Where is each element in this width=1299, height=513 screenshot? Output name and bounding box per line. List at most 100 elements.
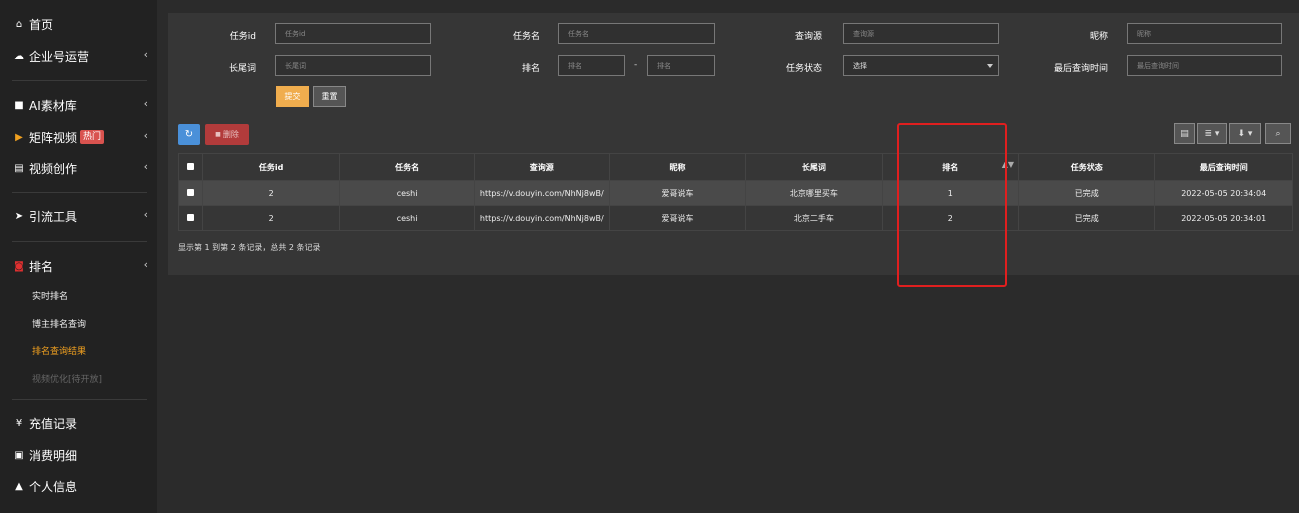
rank-label: 排名: [521, 64, 540, 74]
sidebar-item-ranking[interactable]: ◙ 排名 ‹: [12, 256, 152, 276]
keyword-input[interactable]: [275, 55, 431, 76]
sidebar-item-label: 排名: [29, 259, 54, 274]
cell-status: 已完成: [1017, 180, 1156, 206]
divider: [12, 80, 147, 81]
column-header-last-time[interactable]: 最后查询时间: [1154, 153, 1293, 181]
column-header-nickname[interactable]: 昵称: [608, 153, 747, 181]
sidebar-item-label: 企业号运营: [29, 49, 90, 64]
table-header-row: 任务id 任务名 查询源 昵称 长尾词 排名 ▲▼ 任务状态 最后查询时间: [178, 153, 1293, 181]
chevron-left-icon: ‹: [143, 208, 148, 221]
status-select[interactable]: 选择: [843, 55, 999, 76]
cell-keyword: 北京二手车: [745, 205, 883, 231]
last-time-input[interactable]: [1127, 55, 1282, 76]
status-label: 任务状态: [785, 64, 822, 74]
sidebar-item-label: 矩阵视频: [29, 130, 78, 145]
chevron-left-icon: ‹: [143, 48, 148, 61]
sidebar-item-consumption[interactable]: ▣ 消费明细: [12, 445, 152, 465]
chart-icon: ◙: [14, 260, 24, 272]
sidebar-item-recharge[interactable]: ¥ 充值记录: [12, 413, 152, 433]
caret-down-icon: [987, 64, 993, 68]
task-name-input[interactable]: [558, 23, 715, 44]
column-header-task-id[interactable]: 任务id: [201, 153, 341, 181]
chevron-left-icon: ‹: [143, 258, 148, 271]
column-header-keyword[interactable]: 长尾词: [745, 153, 883, 181]
cell-task-name: ceshi: [339, 205, 475, 231]
sidebar-item-video-creation[interactable]: ▤ 视频创作 ‹: [12, 158, 152, 178]
results-table: 任务id 任务名 查询源 昵称 长尾词 排名 ▲▼ 任务状态 最后查询时间 2 …: [178, 153, 1293, 231]
sidebar-item-label: 个人信息: [29, 479, 78, 494]
source-input[interactable]: [843, 23, 999, 44]
export-icon: ⬇ ▾: [1237, 128, 1253, 139]
reset-button[interactable]: 重置: [313, 86, 346, 107]
video-icon: ▶: [15, 131, 23, 143]
cloud-icon: ☁: [14, 50, 24, 62]
source-label: 查询源: [794, 32, 822, 42]
rank-from-input[interactable]: [558, 55, 625, 76]
delete-button-label: 删除: [222, 130, 239, 139]
search-toggle-button[interactable]: ⌕: [1265, 123, 1291, 144]
refresh-icon: ↻: [184, 129, 194, 140]
submit-button[interactable]: 提交: [276, 86, 309, 107]
sidebar-item-label: 首页: [29, 17, 54, 32]
chevron-left-icon: ‹: [143, 129, 148, 142]
home-icon: ⌂: [15, 18, 23, 30]
sidebar-item-profile[interactable]: ▲ 个人信息: [12, 476, 152, 496]
column-header-task-name[interactable]: 任务名: [339, 153, 475, 181]
select-all-checkbox[interactable]: [186, 162, 194, 170]
sidebar-subitem-rank-results[interactable]: 排名查询结果: [32, 344, 86, 357]
sidebar-item-label: 引流工具: [29, 209, 78, 224]
sidebar-item-label: AI素材库: [29, 98, 77, 113]
refresh-button[interactable]: ↻: [178, 124, 200, 145]
divider: [12, 399, 147, 400]
delete-button[interactable]: ■ 删除: [205, 124, 249, 145]
highlight-box: [897, 123, 1007, 287]
columns-icon: ≣ ▾: [1204, 128, 1220, 139]
sidebar-item-label: 充值记录: [29, 416, 78, 431]
last-time-label: 最后查询时间: [1053, 64, 1108, 74]
cell-keyword: 北京哪里买车: [745, 180, 883, 206]
nickname-label: 昵称: [1089, 32, 1108, 42]
cell-source: https://v.douyin.com/NhNj8wB/: [473, 180, 610, 206]
row-select-cell[interactable]: [178, 180, 203, 206]
pagination-summary: 显示第 1 到第 2 条记录，总共 2 条记录: [178, 243, 321, 252]
cell-source: https://v.douyin.com/NhNj8wB/: [473, 205, 610, 231]
table-row[interactable]: 2 ceshi https://v.douyin.com/NhNj8wB/ 爱哥…: [178, 205, 1293, 231]
column-header-status[interactable]: 任务状态: [1017, 153, 1156, 181]
task-id-label: 任务id: [229, 32, 256, 42]
export-dropdown-button[interactable]: ⬇ ▾: [1229, 123, 1261, 144]
row-select-cell[interactable]: [178, 205, 203, 231]
sidebar-item-label: 消费明细: [29, 448, 78, 463]
sidebar-item-traffic-tools[interactable]: ➤ 引流工具 ‹: [12, 206, 152, 226]
columns-dropdown-button[interactable]: ≣ ▾: [1197, 123, 1227, 144]
cell-nickname: 爱哥说车: [608, 205, 747, 231]
sidebar-subitem-blogger-rank[interactable]: 博主排名查询: [32, 317, 86, 330]
sidebar-subitem-realtime-rank[interactable]: 实时排名: [32, 289, 68, 302]
toggle-view-icon: ▤: [1180, 128, 1189, 139]
toggle-view-button[interactable]: ▤: [1174, 123, 1195, 144]
column-header-source[interactable]: 查询源: [473, 153, 610, 181]
user-icon: ▲: [15, 480, 23, 492]
task-name-label: 任务名: [512, 32, 540, 42]
money-icon: ▣: [14, 449, 24, 461]
send-icon: ➤: [14, 210, 24, 222]
nickname-input[interactable]: [1127, 23, 1282, 44]
cell-task-id: 2: [201, 205, 341, 231]
trash-icon: ■: [215, 131, 221, 138]
row-checkbox[interactable]: [186, 188, 194, 196]
yen-icon: ¥: [15, 417, 23, 429]
content-panel: [168, 13, 1299, 275]
row-checkbox[interactable]: [186, 213, 194, 221]
table-row[interactable]: 2 ceshi https://v.douyin.com/NhNj8wB/ 爱哥…: [178, 180, 1293, 206]
sidebar-item-matrix-video[interactable]: ▶ 矩阵视频 热门 ‹: [12, 127, 152, 147]
sidebar-item-ai-material[interactable]: ■ AI素材库 ‹: [12, 95, 152, 115]
rank-to-input[interactable]: [647, 55, 715, 76]
cell-last-time: 2022-05-05 20:34:01: [1154, 205, 1293, 231]
sidebar-item-enterprise[interactable]: ☁ 企业号运营 ‹: [12, 46, 152, 66]
sidebar-item-home[interactable]: ⌂ 首页: [12, 14, 152, 34]
divider: [12, 192, 147, 193]
keyword-label: 长尾词: [228, 64, 256, 74]
select-all-cell[interactable]: [178, 153, 203, 181]
film-icon: ▤: [14, 162, 24, 174]
task-id-input[interactable]: [275, 23, 431, 44]
sidebar: ⌂ 首页 ☁ 企业号运营 ‹ ■ AI素材库 ‹ ▶ 矩阵视频 热门 ‹ ▤ 视…: [0, 0, 157, 513]
